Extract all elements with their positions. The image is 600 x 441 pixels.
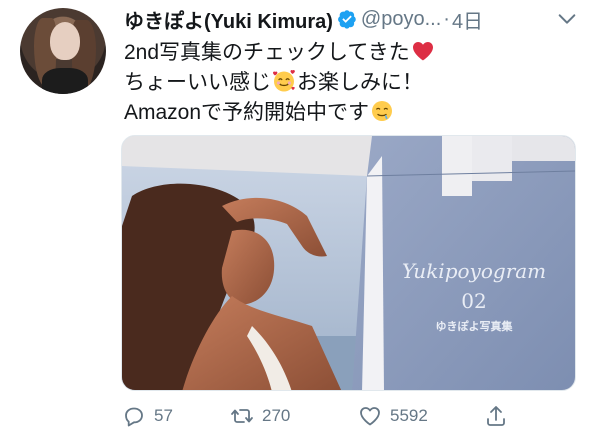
separator-dot: · xyxy=(443,7,450,30)
reply-count: 57 xyxy=(154,406,173,425)
avatar-shirt xyxy=(42,68,88,94)
avatar-face xyxy=(50,22,80,60)
retweet-button[interactable]: 270 xyxy=(230,401,290,431)
display-name[interactable]: ゆきぽよ(Yuki Kimura) xyxy=(124,5,333,34)
verified-badge-icon xyxy=(338,10,356,29)
book-number: 02 xyxy=(461,289,486,313)
tweet-text-segment: 2nd写真集のチェックしてきた xyxy=(124,41,410,64)
chevron-down-icon[interactable] xyxy=(556,8,578,30)
smiling-face-with-hearts-emoji xyxy=(273,70,295,92)
tweet-text-line-2: ちょーいい感じ お楽しみに！ xyxy=(124,68,584,98)
red-heart-emoji xyxy=(412,42,433,61)
tweet-text-segment: ちょーいい感じ xyxy=(124,71,271,94)
reply-button[interactable]: 57 xyxy=(122,401,173,431)
share-button[interactable] xyxy=(484,401,516,431)
drooling-face-emoji xyxy=(372,101,393,121)
tweet-media-photo[interactable]: Yukipoyogram 02 ゆきぽよ写真集 xyxy=(121,135,576,391)
tweet-text: 2nd写真集のチェックしてきた ちょーいい感じ お楽しみに！ Amazonで予約開… xyxy=(124,38,584,128)
photo-image: Yukipoyogram 02 ゆきぽよ写真集 xyxy=(122,136,575,390)
like-button[interactable]: 5592 xyxy=(358,401,428,431)
retweet-count: 270 xyxy=(262,406,291,425)
tweet-text-line-3: Amazonで予約開始中です xyxy=(124,98,584,128)
reply-icon xyxy=(125,407,143,427)
heart-icon xyxy=(360,407,380,426)
book-subtitle: ゆきぽよ写真集 xyxy=(436,319,514,333)
tweet-actions: 57 270 5592 xyxy=(122,401,582,431)
share-icon xyxy=(487,406,505,426)
tweet-text-segment: お楽しみに！ xyxy=(297,71,423,94)
avatar[interactable] xyxy=(20,8,106,94)
tweet-card[interactable]: ゆきぽよ(Yuki Kimura) @poyo... · 4日 2nd写真集のチ… xyxy=(0,0,600,441)
retweet-icon xyxy=(231,409,253,423)
tweet-header: ゆきぽよ(Yuki Kimura) @poyo... · 4日 xyxy=(124,4,483,34)
tweet-timestamp[interactable]: 4日 xyxy=(452,5,483,34)
like-count: 5592 xyxy=(390,406,428,425)
tweet-text-line-1: 2nd写真集のチェックしてきた xyxy=(124,38,584,68)
user-handle[interactable]: @poyo... xyxy=(361,8,441,31)
book-title: Yukipoyogram xyxy=(402,259,546,283)
tweet-text-segment: Amazonで予約開始中です xyxy=(124,101,370,124)
